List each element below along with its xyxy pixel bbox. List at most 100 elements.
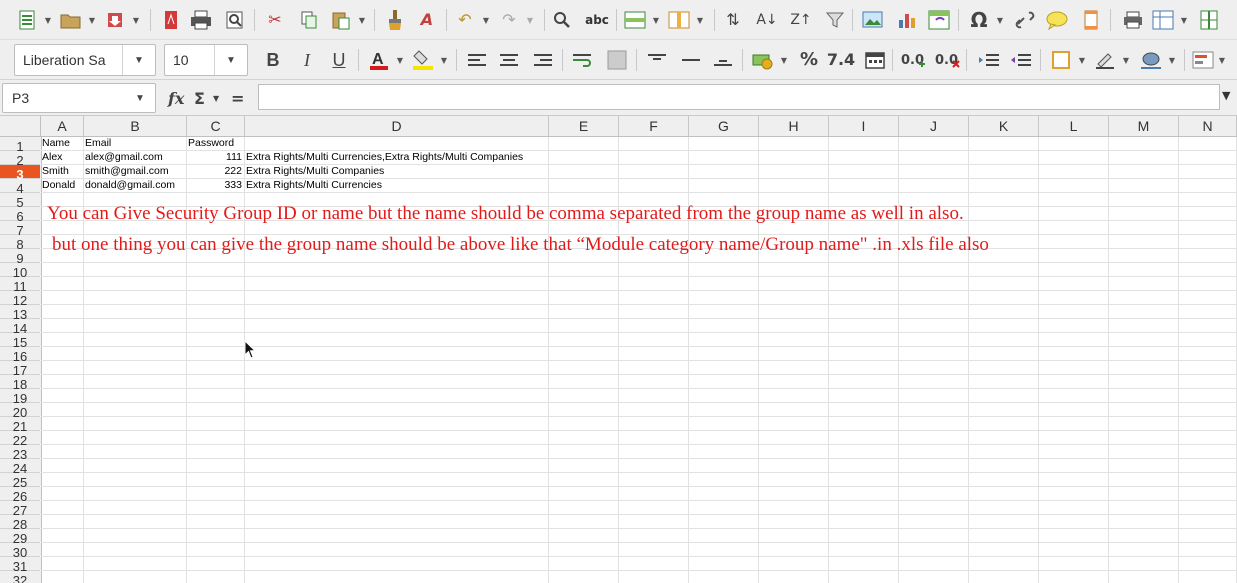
row-header-12[interactable]: 12 [0,291,40,308]
align-left-icon[interactable] [464,48,490,72]
print-icon[interactable] [188,8,214,32]
autofilter-icon[interactable] [822,8,848,32]
column-header-h[interactable]: H [759,116,829,136]
split-window-icon[interactable] [1196,8,1222,32]
row-header-2[interactable]: 2 [0,151,40,168]
open-folder-icon[interactable] [58,8,84,32]
conditional-format-icon[interactable] [1190,48,1216,72]
export-pdf-icon[interactable] [158,8,184,32]
row-header-14[interactable]: 14 [0,319,40,336]
row-dropdown-icon[interactable]: ▼ [650,8,662,32]
currency-format-icon[interactable] [750,48,776,72]
cell-A1[interactable]: Name [42,136,70,150]
cut-icon[interactable]: ✂ [262,8,288,32]
cell-D4[interactable]: Extra Rights/Multi Currencies [246,178,382,192]
row-header-7[interactable]: 7 [0,221,40,238]
row-header-6[interactable]: 6 [0,207,40,224]
decrease-indent-icon[interactable] [1008,48,1034,72]
row-icon[interactable] [622,8,648,32]
new-dropdown-icon[interactable]: ▼ [42,8,54,32]
cell-B4[interactable]: donald@gmail.com [85,178,175,192]
cell-C2[interactable]: 111 [187,150,242,164]
row-header-3[interactable]: 3 [0,165,40,182]
insert-chart-icon[interactable] [894,8,920,32]
name-box[interactable]: P3 ▼ [2,83,156,113]
row-header-4[interactable]: 4 [0,179,40,196]
increase-indent-icon[interactable] [976,48,1002,72]
border-color-icon[interactable] [1138,48,1164,72]
cell-A4[interactable]: Donald [42,178,75,192]
font-name-box[interactable]: Liberation Sa ▼ [14,44,156,76]
row-header-15[interactable]: 15 [0,333,40,350]
expand-formula-bar-icon[interactable]: ▼ [1222,89,1230,102]
merge-cells-icon[interactable] [604,48,630,72]
function-wizard-icon[interactable]: fx [168,87,184,109]
save-dropdown-icon[interactable]: ▼ [130,8,142,32]
sort-ascending-icon[interactable]: A↓ [754,8,780,32]
clone-formatting-icon[interactable] [382,8,408,32]
row-header-26[interactable]: 26 [0,487,40,504]
spreadsheet-grid[interactable]: ABCDEFGHIJKLMN 1 2 3 4 5 6 7 8 9 10 11 12 13 14 15 16 17… [0,116,1237,583]
cell-C3[interactable]: 222 [187,164,242,178]
font-color-icon[interactable]: A [366,48,392,72]
redo-icon[interactable]: ↷ [496,8,522,32]
column-header-a[interactable]: A [41,116,84,136]
undo-dropdown-icon[interactable]: ▼ [480,8,492,32]
row-header-19[interactable]: 19 [0,389,40,406]
highlight-dropdown-icon[interactable]: ▼ [438,48,450,72]
column-header-m[interactable]: M [1109,116,1179,136]
row-header-28[interactable]: 28 [0,515,40,532]
highlight-color-icon[interactable] [410,48,436,72]
redo-dropdown-icon[interactable]: ▼ [524,8,536,32]
column-header-d[interactable]: D [245,116,549,136]
row-header-10[interactable]: 10 [0,263,40,280]
percent-format-icon[interactable]: % [796,48,822,72]
row-header-29[interactable]: 29 [0,529,40,546]
row-header-21[interactable]: 21 [0,417,40,434]
paste-dropdown-icon[interactable]: ▼ [356,8,368,32]
row-header-20[interactable]: 20 [0,403,40,420]
delete-decimal-place-icon[interactable]: 0.0 [934,48,960,72]
headers-footers-icon[interactable] [1078,8,1104,32]
column-header-i[interactable]: I [829,116,899,136]
clear-formatting-icon[interactable]: A [414,8,440,32]
row-header-5[interactable]: 5 [0,193,40,210]
special-character-icon[interactable]: Ω [966,8,992,32]
sum-dropdown-icon[interactable]: ▼ [213,87,219,109]
currency-dropdown-icon[interactable]: ▼ [778,48,790,72]
center-vertically-icon[interactable] [678,48,704,72]
column-header-e[interactable]: E [549,116,619,136]
cell-B1[interactable]: Email [85,136,111,150]
column-header-b[interactable]: B [84,116,187,136]
row-header-9[interactable]: 9 [0,249,40,266]
column-icon[interactable] [666,8,692,32]
align-center-icon[interactable] [496,48,522,72]
column-dropdown-icon[interactable]: ▼ [694,8,706,32]
cell-D2[interactable]: Extra Rights/Multi Currencies,Extra Righ… [246,150,523,164]
spelling-icon[interactable]: abc [584,8,610,32]
sort-descending-icon[interactable]: Z↑ [788,8,814,32]
row-header-31[interactable]: 31 [0,557,40,574]
new-document-icon[interactable] [14,8,40,32]
align-top-icon[interactable] [644,48,670,72]
cell-A2[interactable]: Alex [42,150,62,164]
row-header-18[interactable]: 18 [0,375,40,392]
row-header-27[interactable]: 27 [0,501,40,518]
borders-dropdown-icon[interactable]: ▼ [1076,48,1088,72]
date-format-icon[interactable] [862,48,888,72]
define-print-area-icon[interactable] [1120,8,1146,32]
row-header-16[interactable]: 16 [0,347,40,364]
freeze-dropdown-icon[interactable]: ▼ [1178,8,1190,32]
formula-equals-icon[interactable]: = [231,87,244,109]
underline-icon[interactable]: U [326,48,352,72]
font-size-dropdown-icon[interactable]: ▼ [214,45,247,75]
border-color-dropdown-icon[interactable]: ▼ [1166,48,1178,72]
copy-icon[interactable] [296,8,322,32]
pivot-table-icon[interactable] [926,8,952,32]
row-header-11[interactable]: 11 [0,277,40,294]
cell-B3[interactable]: smith@gmail.com [85,164,169,178]
column-header-j[interactable]: J [899,116,969,136]
italic-icon[interactable]: I [294,48,320,72]
column-header-c[interactable]: C [187,116,245,136]
font-name-dropdown-icon[interactable]: ▼ [122,45,155,75]
